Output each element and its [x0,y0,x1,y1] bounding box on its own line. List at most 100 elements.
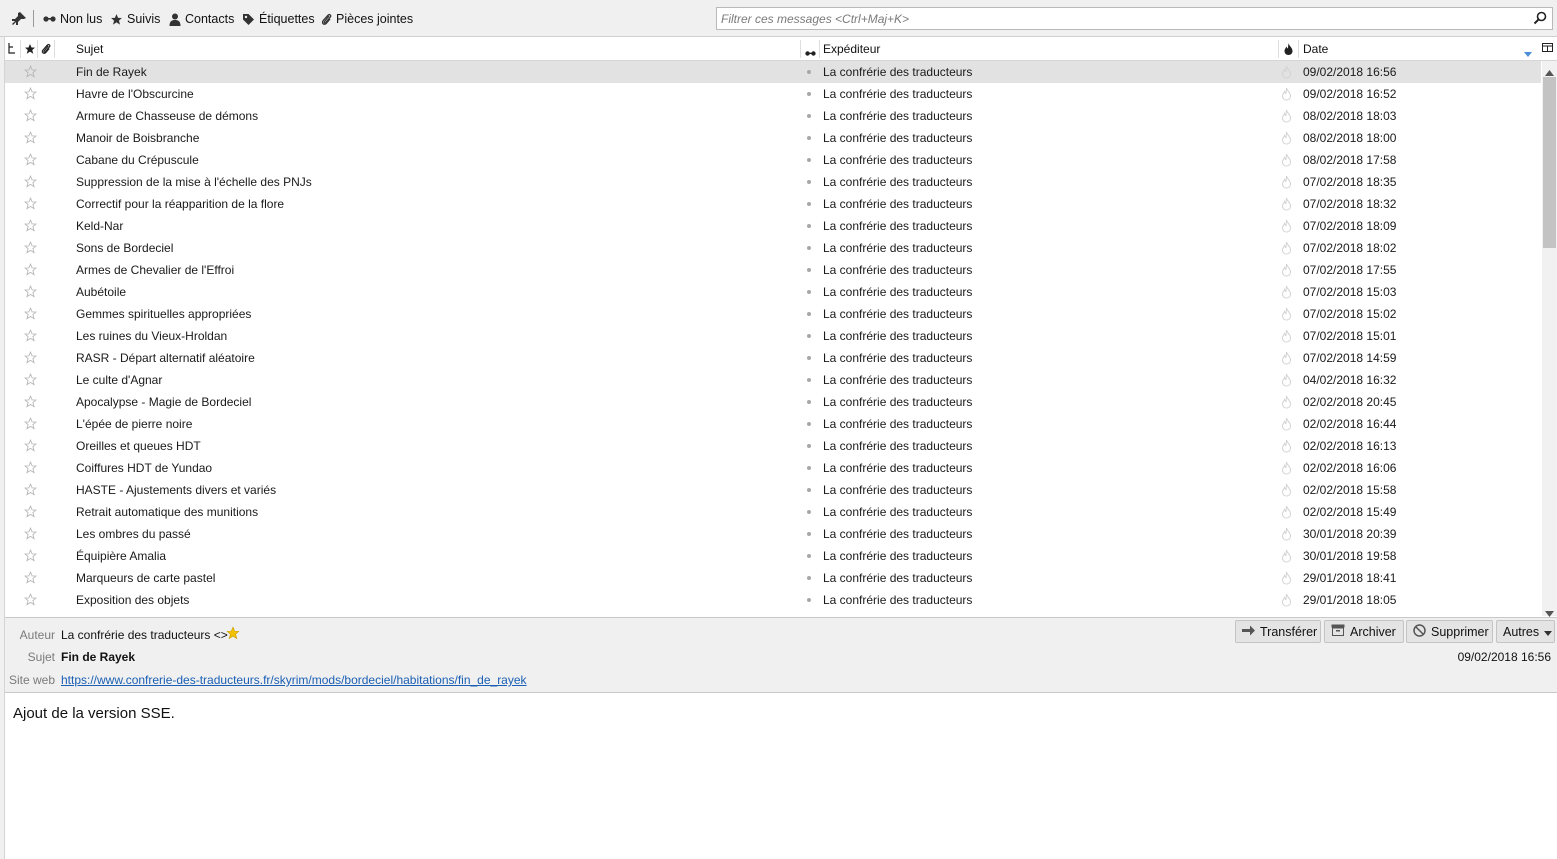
junk-status-icon[interactable] [1281,373,1292,390]
read-status-dot-icon[interactable] [807,158,811,162]
star-toggle-icon[interactable] [23,350,38,367]
read-status-dot-icon[interactable] [807,70,811,74]
read-status-dot-icon[interactable] [807,554,811,558]
forward-button[interactable]: Transférer [1235,620,1321,643]
read-status-dot-icon[interactable] [807,378,811,382]
star-toggle-icon[interactable] [23,460,38,477]
date-column-header[interactable]: Date [1303,37,1328,61]
message-row[interactable]: L'épée de pierre noire La confrérie des t… [5,413,1541,435]
author-value[interactable]: La confrérie des traducteurs <> [61,628,228,642]
contacts-filter-button[interactable]: Contacts [169,10,234,28]
junk-status-flame-icon[interactable] [1284,43,1293,58]
read-status-dot-icon[interactable] [807,400,811,404]
star-toggle-icon[interactable] [23,218,38,235]
thread-column-icon[interactable] [8,43,16,57]
read-status-dot-icon[interactable] [807,532,811,536]
archive-button[interactable]: Archiver [1324,620,1404,643]
star-toggle-icon[interactable] [23,108,38,125]
star-toggle-icon[interactable] [23,284,38,301]
junk-status-icon[interactable] [1281,417,1292,434]
junk-status-icon[interactable] [1281,439,1292,456]
tags-filter-button[interactable]: Étiquettes [242,10,315,28]
read-status-dot-icon[interactable] [807,488,811,492]
read-status-dot-icon[interactable] [807,136,811,140]
read-status-glasses-icon[interactable] [805,46,816,60]
message-row[interactable]: Gemmes spirituelles appropriées La confré… [5,303,1541,325]
read-status-dot-icon[interactable] [807,576,811,580]
junk-status-icon[interactable] [1281,87,1292,104]
read-status-dot-icon[interactable] [807,312,811,316]
read-status-dot-icon[interactable] [807,180,811,184]
junk-status-icon[interactable] [1281,395,1292,412]
subject-column-header[interactable]: Sujet [76,37,103,61]
read-status-dot-icon[interactable] [807,290,811,294]
junk-status-icon[interactable] [1281,131,1292,148]
message-row[interactable]: Cabane du Crépuscule La confrérie des tra… [5,149,1541,171]
message-row[interactable]: Havre de l'Obscurcine La confrérie des tr… [5,83,1541,105]
read-status-dot-icon[interactable] [807,224,811,228]
starred-column-star-icon[interactable] [24,43,36,58]
read-status-dot-icon[interactable] [807,422,811,426]
read-status-dot-icon[interactable] [807,268,811,272]
junk-status-icon[interactable] [1281,109,1292,126]
junk-status-icon[interactable] [1281,571,1292,588]
message-row[interactable]: Armure de Chasseuse de démons La confréri… [5,105,1541,127]
read-status-dot-icon[interactable] [807,466,811,470]
message-row[interactable]: Oreilles et queues HDT La confrérie des t… [5,435,1541,457]
search-icon[interactable] [1533,11,1547,28]
star-toggle-icon[interactable] [23,482,38,499]
message-row[interactable]: Coiffures HDT de Yundao La confrérie des … [5,457,1541,479]
junk-status-icon[interactable] [1281,307,1292,324]
junk-status-icon[interactable] [1281,505,1292,522]
junk-status-icon[interactable] [1281,549,1292,566]
junk-status-icon[interactable] [1281,285,1292,302]
filter-input[interactable] [717,8,1521,29]
message-row[interactable]: Suppression de la mise à l'échelle des P… [5,171,1541,193]
message-row[interactable]: Manoir de Boisbranche La confrérie des tr… [5,127,1541,149]
star-toggle-icon[interactable] [23,306,38,323]
star-toggle-icon[interactable] [23,372,38,389]
star-toggle-icon[interactable] [23,548,38,565]
message-row[interactable]: HASTE - Ajustements divers et variés La c… [5,479,1541,501]
message-row[interactable]: Les ruines du Vieux-Hroldan La confrérie … [5,325,1541,347]
message-row[interactable]: Sons de Bordeciel La confrérie des traduc… [5,237,1541,259]
star-toggle-icon[interactable] [23,152,38,169]
star-toggle-icon[interactable] [23,196,38,213]
star-toggle-icon[interactable] [23,64,38,81]
message-row[interactable]: Marqueurs de carte pastel La confrérie de… [5,567,1541,589]
junk-status-icon[interactable] [1281,65,1292,82]
message-row[interactable]: Équipière Amalia La confrérie des traduct… [5,545,1541,567]
attachments-filter-button[interactable]: Pièces jointes [321,10,413,28]
junk-status-icon[interactable] [1281,483,1292,500]
read-status-dot-icon[interactable] [807,510,811,514]
star-toggle-icon[interactable] [23,328,38,345]
junk-status-icon[interactable] [1281,351,1292,368]
star-toggle-icon[interactable] [23,86,38,103]
junk-status-icon[interactable] [1281,219,1292,236]
junk-status-icon[interactable] [1281,593,1292,610]
junk-status-icon[interactable] [1281,329,1292,346]
junk-status-icon[interactable] [1281,461,1292,478]
message-row[interactable]: RASR - Départ alternatif aléatoire La con… [5,347,1541,369]
delete-button[interactable]: Supprimer [1406,620,1493,643]
column-picker-icon[interactable] [1542,43,1553,57]
star-toggle-icon[interactable] [23,394,38,411]
sender-column-header[interactable]: Expéditeur [823,37,880,61]
sticky-filter-button[interactable] [11,10,27,28]
star-toggle-icon[interactable] [23,592,38,609]
read-status-dot-icon[interactable] [807,334,811,338]
junk-status-icon[interactable] [1281,175,1292,192]
starred-filter-button[interactable]: Suivis [110,10,160,28]
address-book-star-icon[interactable] [226,626,240,643]
attachment-column-paperclip-icon[interactable] [41,43,51,58]
message-row[interactable]: Exposition des objets La confrérie des tr… [5,589,1541,611]
message-list-scrollbar[interactable] [1542,61,1557,617]
junk-status-icon[interactable] [1281,263,1292,280]
message-row[interactable]: Apocalypse - Magie de Bordeciel La confré… [5,391,1541,413]
star-toggle-icon[interactable] [23,174,38,191]
junk-status-icon[interactable] [1281,153,1292,170]
star-toggle-icon[interactable] [23,416,38,433]
junk-status-icon[interactable] [1281,197,1292,214]
message-row[interactable]: Correctif pour la réapparition de la flo… [5,193,1541,215]
message-row[interactable]: Keld-Nar La confrérie des traducteurs 07/0… [5,215,1541,237]
